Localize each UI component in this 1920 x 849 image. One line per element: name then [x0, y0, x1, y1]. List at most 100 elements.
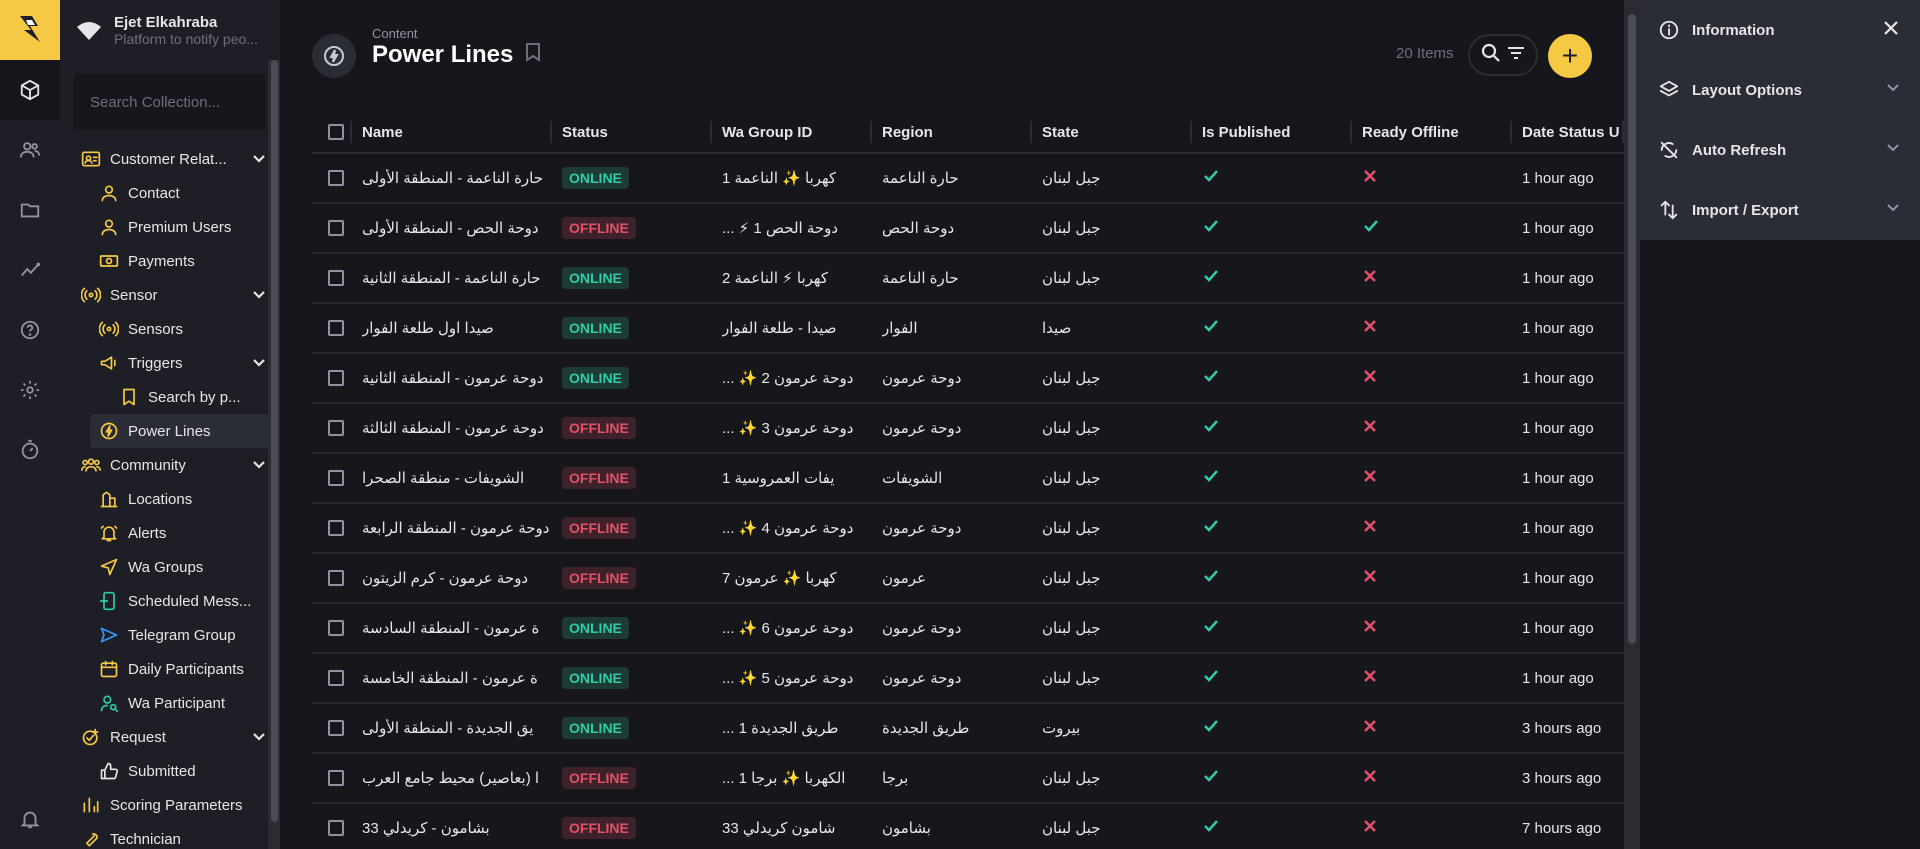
- users-module-icon[interactable]: [0, 120, 60, 180]
- create-item-button[interactable]: +: [1548, 34, 1592, 78]
- files-module-icon[interactable]: [0, 180, 60, 240]
- table-row[interactable]: الشويفات - منطقة الصحرا OFFLINE يفات العمر…: [312, 454, 1624, 504]
- row-checkbox[interactable]: [312, 503, 352, 553]
- column-header-ready-offline[interactable]: Ready Offline: [1352, 111, 1512, 153]
- nav-scrollbar[interactable]: [268, 60, 280, 849]
- notifications-bell-icon[interactable]: [0, 789, 60, 849]
- table-row[interactable]: دوحة عرمون - المنطقة الرابعة OFFLINE ... ✨…: [312, 504, 1624, 554]
- column-header-is-published[interactable]: Is Published: [1192, 111, 1352, 153]
- table-row[interactable]: حارة الناعمة - المنطقة الأولى ONLINE كهربا…: [312, 154, 1624, 204]
- column-header-wa-group-id[interactable]: Wa Group ID: [712, 111, 872, 153]
- nav-item-wa-participant[interactable]: Wa Participant: [60, 686, 276, 720]
- insights-module-icon[interactable]: [0, 240, 60, 300]
- table-row[interactable]: دوحة الحص - المنطقة الأولى OFFLINE ... ⚡ د…: [312, 204, 1624, 254]
- row-checkbox[interactable]: [312, 203, 352, 253]
- check-icon: [1202, 667, 1220, 689]
- nav-item-submitted[interactable]: Submitted: [60, 754, 276, 788]
- nav-item-scheduled-mess[interactable]: Scheduled Mess...: [60, 584, 276, 618]
- row-checkbox[interactable]: [312, 303, 352, 353]
- nav-item-customer-relat[interactable]: Customer Relat...: [60, 142, 276, 176]
- is-published-cell: [1192, 703, 1352, 753]
- sidebar-item-auto-refresh[interactable]: Auto Refresh: [1640, 120, 1920, 180]
- wa-group-cell-text: ... طريق الجديدة 1: [722, 720, 839, 737]
- chevron-down-icon[interactable]: [252, 152, 266, 166]
- main-scrollbar[interactable]: [1624, 0, 1640, 849]
- row-checkbox[interactable]: [312, 153, 352, 203]
- sidebar-item-layout-options[interactable]: Layout Options: [1640, 60, 1920, 120]
- row-checkbox[interactable]: [312, 553, 352, 603]
- module-bar: [0, 0, 60, 849]
- sidebar-item-import-export[interactable]: Import / Export: [1640, 180, 1920, 240]
- row-checkbox[interactable]: [312, 803, 352, 849]
- nav-item-alerts[interactable]: Alerts: [60, 516, 276, 550]
- chevron-down-icon[interactable]: [1886, 201, 1900, 220]
- nav-item-triggers[interactable]: Triggers: [60, 346, 276, 380]
- nav-item-search-by-p[interactable]: Search by p...: [60, 380, 276, 414]
- row-checkbox[interactable]: [312, 403, 352, 453]
- settings-module-icon[interactable]: [0, 360, 60, 420]
- row-checkbox[interactable]: [312, 753, 352, 803]
- row-checkbox[interactable]: [312, 253, 352, 303]
- table-row[interactable]: حارة الناعمة - المنطقة الثانية ONLINE كهرب…: [312, 254, 1624, 304]
- row-checkbox[interactable]: [312, 453, 352, 503]
- filter-icon[interactable]: [1506, 43, 1526, 68]
- nav-item-technician[interactable]: Technician: [60, 822, 276, 849]
- table-row[interactable]: صيدا اول طلعة الفوار ONLINE صيدا - طلعة ال…: [312, 304, 1624, 354]
- row-checkbox[interactable]: [312, 703, 352, 753]
- column-header-status[interactable]: Status: [552, 111, 712, 153]
- nav-item-premium-users[interactable]: Premium Users: [60, 210, 276, 244]
- nav-item-locations[interactable]: Locations: [60, 482, 276, 516]
- column-header-state[interactable]: State: [1032, 111, 1192, 153]
- nav-item-daily-participants[interactable]: Daily Participants: [60, 652, 276, 686]
- region-cell-text: الفوار: [882, 320, 918, 337]
- table-row[interactable]: بشامون - كريدلي 33 OFFLINE شامون كريدلي 33…: [312, 804, 1624, 849]
- nav-item-sensors[interactable]: Sensors: [60, 312, 276, 346]
- timer-module-icon[interactable]: [0, 420, 60, 480]
- column-header-name[interactable]: Name: [352, 111, 552, 153]
- nav-item-scoring-parameters[interactable]: Scoring Parameters: [60, 788, 276, 822]
- chevron-down-icon[interactable]: [252, 730, 266, 744]
- select-all-checkbox[interactable]: [312, 111, 352, 153]
- search-filter-group[interactable]: [1468, 34, 1538, 76]
- table-row[interactable]: ا (بعاصير) محيط جامع العرب OFFLINE ... الك…: [312, 754, 1624, 804]
- close-icon[interactable]: [1882, 19, 1900, 42]
- nav-item-wa-groups[interactable]: Wa Groups: [60, 550, 276, 584]
- sidebar-item-information[interactable]: Information: [1640, 0, 1920, 60]
- table-row[interactable]: دوحة عرمون - المنطقة الثانية ONLINE ... ✨ …: [312, 354, 1624, 404]
- chevron-down-icon[interactable]: [1886, 141, 1900, 160]
- nav-item-contact[interactable]: Contact: [60, 176, 276, 210]
- name-cell-text: دوحة الحص - المنطقة الأولى: [362, 220, 539, 237]
- nav-item-sensor[interactable]: Sensor: [60, 278, 276, 312]
- bookmark-icon[interactable]: [525, 41, 541, 69]
- table-row[interactable]: ة عرمون - المنطقة الخامسة ONLINE ... ✨ دوح…: [312, 654, 1624, 704]
- breadcrumb[interactable]: Content: [372, 26, 541, 41]
- content-module-icon[interactable]: [0, 60, 60, 120]
- nav-item-power-lines[interactable]: Power Lines: [90, 414, 276, 448]
- column-header-date-status-u[interactable]: Date Status U: [1512, 111, 1624, 153]
- nav-scrollbar-thumb[interactable]: [271, 60, 278, 822]
- table-row[interactable]: ة عرمون - المنطقة السادسة ONLINE ... ✨ دوح…: [312, 604, 1624, 654]
- row-checkbox[interactable]: [312, 353, 352, 403]
- column-header-region[interactable]: Region: [872, 111, 1032, 153]
- nav-item-telegram-group[interactable]: Telegram Group: [60, 618, 276, 652]
- collection-search-input[interactable]: [90, 93, 260, 111]
- state-cell: جبل لبنان: [1032, 803, 1192, 849]
- search-icon[interactable]: [1481, 43, 1501, 68]
- table-row[interactable]: يق الجديدة - المنطقة الأولى ONLINE ... طري…: [312, 704, 1624, 754]
- nav-item-payments[interactable]: Payments: [60, 244, 276, 278]
- table-row[interactable]: دوحة عرمون - كرم الزيتون OFFLINE كهربا ✨ ع…: [312, 554, 1624, 604]
- main-scrollbar-thumb[interactable]: [1628, 14, 1636, 644]
- chevron-down-icon[interactable]: [252, 458, 266, 472]
- help-module-icon[interactable]: [0, 300, 60, 360]
- collection-search[interactable]: [74, 74, 266, 130]
- chevron-down-icon[interactable]: [252, 356, 266, 370]
- row-checkbox[interactable]: [312, 603, 352, 653]
- table-row[interactable]: دوحة عرمون - المنطقة الثالثة OFFLINE ... ✨…: [312, 404, 1624, 454]
- nav-item-request[interactable]: Request: [60, 720, 276, 754]
- project-info[interactable]: Ejet Elkahraba Platform to notify peo...: [60, 0, 280, 60]
- chevron-down-icon[interactable]: [1886, 81, 1900, 100]
- app-logo[interactable]: [0, 0, 60, 60]
- chevron-down-icon[interactable]: [252, 288, 266, 302]
- row-checkbox[interactable]: [312, 653, 352, 703]
- nav-item-community[interactable]: Community: [60, 448, 276, 482]
